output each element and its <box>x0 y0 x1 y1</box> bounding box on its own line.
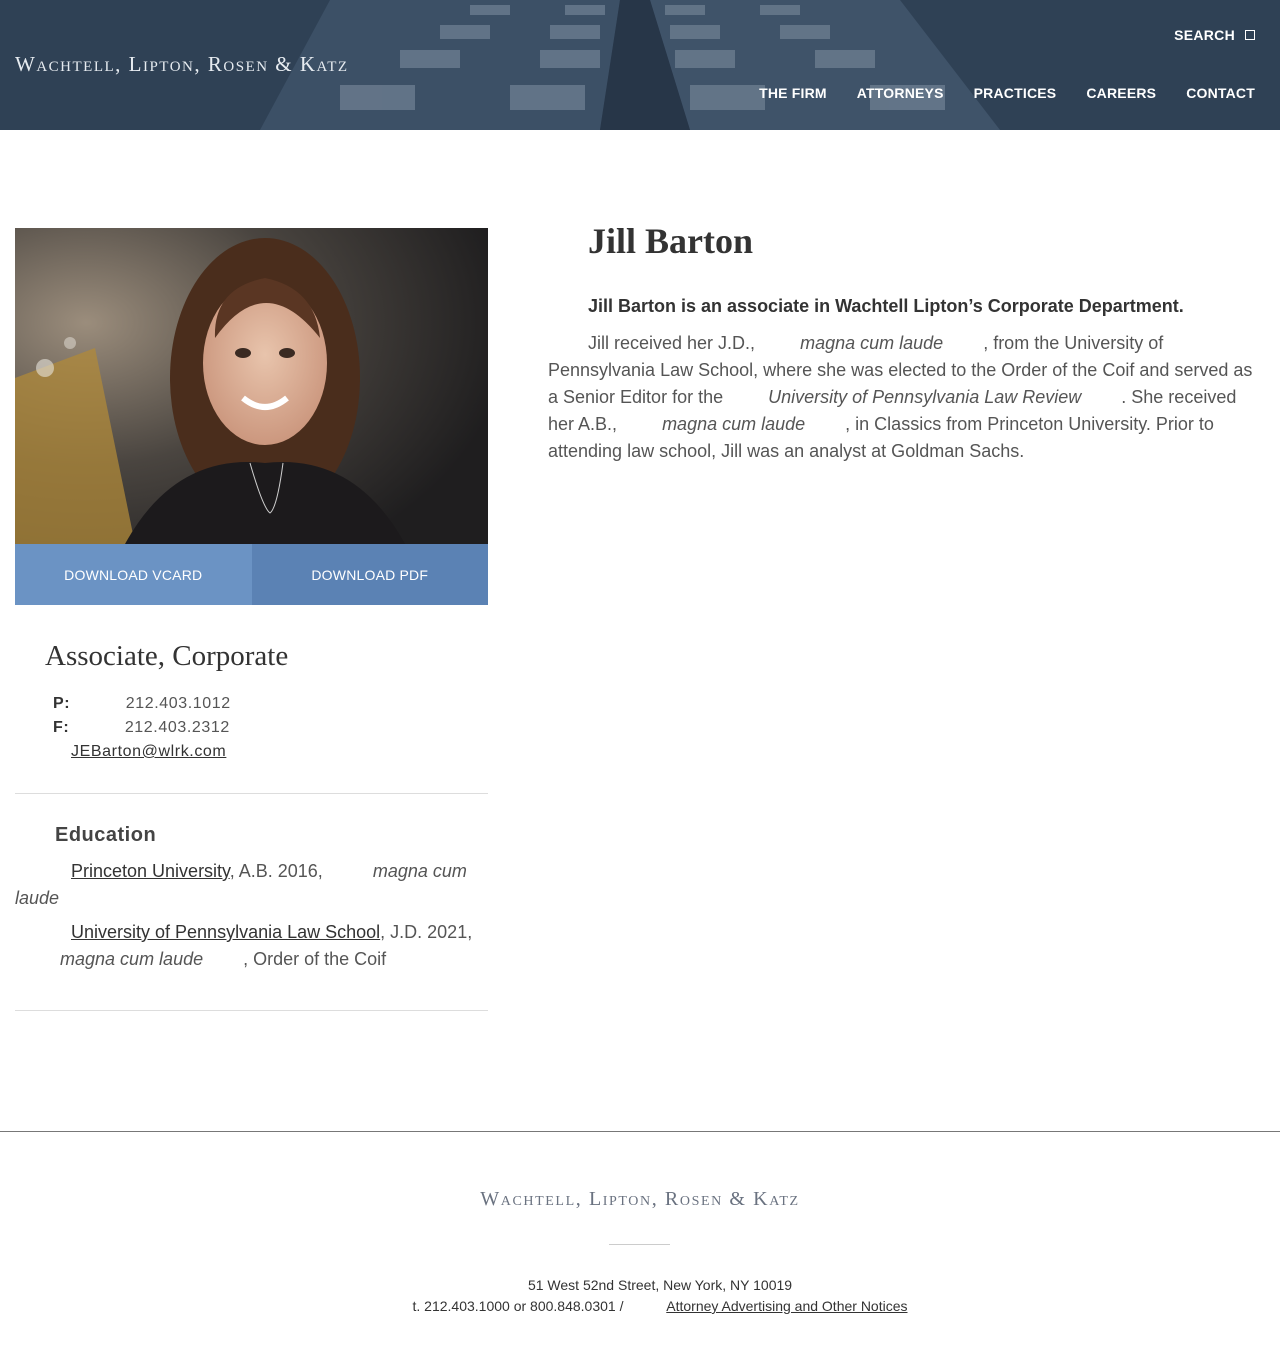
bio-text: Jill received her J.D., <box>588 333 761 353</box>
nav-contact[interactable]: CONTACT <box>1186 85 1255 101</box>
attorney-title: Associate, Corporate <box>45 640 289 672</box>
contact-info: P: 212.403.1012 F: 212.403.2312 JEBarton… <box>15 692 231 764</box>
divider <box>15 1010 488 1011</box>
fax-value: 212.403.2312 <box>124 719 230 736</box>
education-entry: University of Pennsylvania Law School, J… <box>15 919 475 973</box>
honor: magna cum laude <box>60 949 204 969</box>
nav-attorneys[interactable]: ATTORNEYS <box>857 85 944 101</box>
nav-practices[interactable]: PRACTICES <box>974 85 1057 101</box>
footer-rule <box>609 1244 670 1245</box>
notices-link[interactable]: Attorney Advertising and Other Notices <box>666 1298 907 1314</box>
divider <box>15 793 488 794</box>
bio-honor: magna cum laude <box>800 333 944 353</box>
download-bar: DOWNLOAD VCARD DOWNLOAD PDF <box>15 544 488 605</box>
attorney-name: Jill Barton <box>588 221 754 261</box>
nav-careers[interactable]: CAREERS <box>1086 85 1156 101</box>
fax-label: F: <box>53 719 70 736</box>
nav-the-firm[interactable]: THE FIRM <box>759 85 827 101</box>
honor-extra: , Order of the Coif <box>243 949 387 969</box>
search-icon <box>1245 30 1255 40</box>
email-link[interactable]: JEBarton@wlrk.com <box>71 743 226 760</box>
bio-paragraph: Jill received her J.D., magna cum laude … <box>548 330 1263 465</box>
email-row: JEBarton@wlrk.com <box>15 740 231 764</box>
degree-detail: , A.B. 2016, <box>229 861 328 881</box>
degree-detail: , J.D. 2021, <box>380 922 473 942</box>
download-vcard-button[interactable]: DOWNLOAD VCARD <box>15 544 252 605</box>
phone-label: P: <box>53 695 71 712</box>
education-entry: Princeton University, A.B. 2016, magna c… <box>15 858 475 912</box>
download-pdf-button[interactable]: DOWNLOAD PDF <box>251 544 488 605</box>
fax-row: F: 212.403.2312 <box>15 716 231 740</box>
main-nav: THE FIRM ATTORNEYS PRACTICES CAREERS CON… <box>759 85 1255 101</box>
site-logo[interactable]: Wachtell, Lipton, Rosen & Katz <box>15 52 349 77</box>
phone-row: P: 212.403.1012 <box>15 692 231 716</box>
bio-honor: magna cum laude <box>662 414 806 434</box>
footer-phone: t. 212.403.1000 or 800.848.0301 / <box>412 1298 628 1314</box>
search-label: SEARCH <box>1174 27 1235 43</box>
bio-publication: University of Pennsylvania Law Review <box>768 387 1082 407</box>
school-link-penn-law[interactable]: University of Pennsylvania Law School <box>71 922 380 942</box>
bio-text: , in Classics from Princeton University.… <box>548 414 1214 461</box>
phone-value: 212.403.1012 <box>125 695 231 712</box>
attorney-photo <box>15 228 488 544</box>
footer-logo: Wachtell, Lipton, Rosen & Katz <box>480 1188 800 1210</box>
footer-phone-row: t. 212.403.1000 or 800.848.0301 / Attorn… <box>0 1298 1280 1314</box>
footer-address: 51 West 52nd Street, New York, NY 10019 <box>527 1277 793 1293</box>
bio-lead: Jill Barton is an associate in Wachtell … <box>588 296 1184 316</box>
search-button[interactable]: SEARCH <box>1174 27 1255 43</box>
education-heading: Education <box>55 824 157 846</box>
school-link-princeton[interactable]: Princeton University <box>71 861 230 881</box>
site-header: Wachtell, Lipton, Rosen & Katz SEARCH TH… <box>0 0 1280 130</box>
footer-divider <box>0 1131 1280 1132</box>
